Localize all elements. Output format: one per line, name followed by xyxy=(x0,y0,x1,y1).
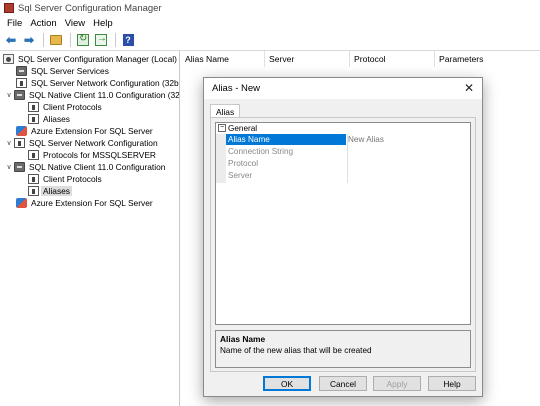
alias-tab-panel: − General Alias Name New Alias Connectio… xyxy=(210,117,476,372)
refresh-icon xyxy=(77,33,89,46)
menu-view[interactable]: View xyxy=(61,18,89,29)
collapse-icon[interactable]: − xyxy=(218,124,226,132)
property-grid[interactable]: − General Alias Name New Alias Connectio… xyxy=(215,122,471,325)
dialog-title-bar: Alias - New ✕ xyxy=(204,78,482,99)
back-button[interactable]: ⬅ xyxy=(3,32,19,48)
property-name[interactable]: Server xyxy=(226,170,346,181)
navigation-tree[interactable]: SQL Server Configuration Manager (Local)… xyxy=(0,51,180,406)
config-manager-icon xyxy=(3,54,14,64)
azure-icon xyxy=(16,198,27,208)
toolbar: ⬅ ➡ ? xyxy=(0,30,540,51)
tree-item-protocols-mssqlserver[interactable]: Protocols for MSSQLSERVER xyxy=(28,149,158,161)
app-icon xyxy=(4,3,14,13)
up-one-level-button[interactable] xyxy=(48,32,64,48)
property-name[interactable]: Connection String xyxy=(226,146,346,157)
ok-button[interactable]: OK xyxy=(263,376,311,391)
tree-item-network-config[interactable]: ∨ SQL Server Network Configuration xyxy=(4,137,160,149)
menu-bar: File Action View Help xyxy=(0,16,540,30)
property-description-panel: Alias Name Name of the new alias that wi… xyxy=(215,330,471,368)
toolbar-separator xyxy=(43,33,44,47)
title-bar: Sql Server Configuration Manager xyxy=(0,0,540,16)
tree-item-client-protocols-32bit[interactable]: Client Protocols xyxy=(28,101,104,113)
description-text: Name of the new alias that will be creat… xyxy=(220,346,372,355)
menu-file[interactable]: File xyxy=(3,18,26,29)
chevron-down-icon[interactable]: ∨ xyxy=(4,139,14,147)
forward-arrow-icon: ➡ xyxy=(23,33,35,47)
azure-icon xyxy=(16,126,27,136)
tree-item-azure-extension[interactable]: Azure Extension For SQL Server xyxy=(16,197,155,209)
protocol-icon xyxy=(28,102,39,112)
help-icon: ? xyxy=(122,34,134,46)
tree-item-aliases-32bit[interactable]: Aliases xyxy=(28,113,72,125)
column-header-parameters[interactable]: Parameters xyxy=(435,51,540,67)
menu-action[interactable]: Action xyxy=(26,18,60,29)
tree-root[interactable]: SQL Server Configuration Manager (Local) xyxy=(3,53,179,65)
property-name[interactable]: Alias Name xyxy=(226,134,346,145)
cancel-button[interactable]: Cancel xyxy=(319,376,367,391)
export-list-button[interactable] xyxy=(93,32,109,48)
category-general: General xyxy=(228,124,258,133)
tab-alias[interactable]: Alias xyxy=(210,104,241,118)
column-header-server[interactable]: Server xyxy=(265,51,350,67)
tree-item-azure-extension-32bit[interactable]: Azure Extension For SQL Server xyxy=(16,125,155,137)
property-row-connection-string[interactable]: Connection String xyxy=(216,146,470,157)
column-header-protocol[interactable]: Protocol xyxy=(350,51,435,67)
tree-item-client-protocols[interactable]: Client Protocols xyxy=(28,173,104,185)
property-name[interactable]: Protocol xyxy=(226,158,346,169)
server-icon xyxy=(14,162,25,172)
alias-name-value-field[interactable]: New Alias xyxy=(348,134,384,145)
tree-item-native-client[interactable]: ∨ SQL Native Client 11.0 Configuration xyxy=(4,161,167,173)
tree-item-network-config-32bit[interactable]: SQL Server Network Configuration (32bit xyxy=(16,77,179,89)
menu-help[interactable]: Help xyxy=(89,18,117,29)
help-button[interactable]: ? xyxy=(120,32,136,48)
network-icon xyxy=(16,78,27,88)
network-icon xyxy=(14,138,25,148)
column-header-alias-name[interactable]: Alias Name xyxy=(181,51,265,67)
alias-icon xyxy=(28,186,39,196)
alias-new-dialog: Alias - New ✕ Alias − General Alias Name… xyxy=(203,77,483,397)
toolbar-separator xyxy=(115,33,116,47)
property-row-alias-name[interactable]: Alias Name New Alias xyxy=(216,134,470,145)
window-title: Sql Server Configuration Manager xyxy=(18,2,162,14)
property-row-server[interactable]: Server xyxy=(216,170,470,181)
property-row-protocol[interactable]: Protocol xyxy=(216,158,470,169)
chevron-down-icon[interactable]: ∨ xyxy=(4,91,14,99)
chevron-down-icon[interactable]: ∨ xyxy=(4,163,14,171)
close-icon[interactable]: ✕ xyxy=(462,81,476,95)
server-icon xyxy=(16,66,27,76)
protocol-icon xyxy=(28,174,39,184)
up-folder-icon xyxy=(50,35,62,45)
tree-item-native-client-32bit[interactable]: ∨ SQL Native Client 11.0 Configuration (… xyxy=(4,89,179,101)
tree-item-aliases[interactable]: Aliases xyxy=(28,185,72,197)
back-arrow-icon: ⬅ xyxy=(5,33,17,47)
category-row: − General xyxy=(216,123,470,134)
apply-button[interactable]: Apply xyxy=(373,376,421,391)
protocol-icon xyxy=(28,150,39,160)
help-dialog-button[interactable]: Help xyxy=(428,376,476,391)
tree-item-sql-server-services[interactable]: SQL Server Services xyxy=(16,65,111,77)
forward-button[interactable]: ➡ xyxy=(21,32,37,48)
alias-icon xyxy=(28,114,39,124)
toolbar-separator xyxy=(70,33,71,47)
refresh-button[interactable] xyxy=(75,32,91,48)
server-icon xyxy=(14,90,25,100)
dialog-title: Alias - New xyxy=(212,83,261,94)
description-title: Alias Name xyxy=(220,334,266,344)
export-icon xyxy=(95,33,107,46)
